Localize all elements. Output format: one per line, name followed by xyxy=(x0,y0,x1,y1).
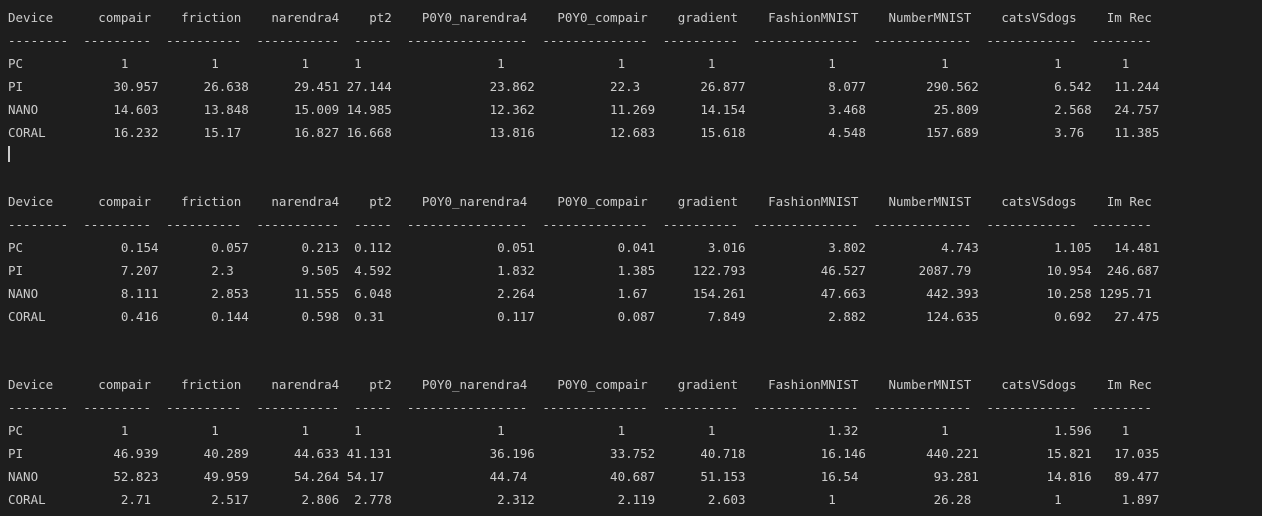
table2-separator: -------- --------- ---------- ----------… xyxy=(8,217,1152,232)
table2-row-nano: NANO 8.111 2.853 11.555 6.048 2.264 1.67… xyxy=(8,286,1152,301)
table3-row-pi: PI 46.939 40.289 44.633 41.131 36.196 33… xyxy=(8,446,1160,461)
text-cursor xyxy=(8,146,10,162)
terminal-output[interactable]: Device compair friction narendra4 pt2 P0… xyxy=(0,0,1262,516)
table3-separator: -------- --------- ---------- ----------… xyxy=(8,400,1152,415)
table1-row-pc: PC 1 1 1 1 1 1 1 1 1 1 1 xyxy=(8,56,1130,71)
table2-row-pc: PC 0.154 0.057 0.213 0.112 0.051 0.041 3… xyxy=(8,240,1160,255)
table1-header-row: Device compair friction narendra4 pt2 P0… xyxy=(8,10,1152,25)
table2-header-row: Device compair friction narendra4 pt2 P0… xyxy=(8,194,1152,209)
table3-row-nano: NANO 52.823 49.959 54.264 54.17 44.74 40… xyxy=(8,469,1160,484)
table3-header-row: Device compair friction narendra4 pt2 P0… xyxy=(8,377,1152,392)
table1-row-nano: NANO 14.603 13.848 15.009 14.985 12.362 … xyxy=(8,102,1160,117)
table2-row-pi: PI 7.207 2.3 9.505 4.592 1.832 1.385 122… xyxy=(8,263,1160,278)
table1-separator: -------- --------- ---------- ----------… xyxy=(8,33,1152,48)
table1-row-pi: PI 30.957 26.638 29.451 27.144 23.862 22… xyxy=(8,79,1160,94)
table3-row-coral: CORAL 2.71 2.517 2.806 2.778 2.312 2.119… xyxy=(8,492,1160,507)
table1-row-coral: CORAL 16.232 15.17 16.827 16.668 13.816 … xyxy=(8,125,1160,140)
table3-row-pc: PC 1 1 1 1 1 1 1 1.32 1 1.596 1 xyxy=(8,423,1130,438)
table2-row-coral: CORAL 0.416 0.144 0.598 0.31 0.117 0.087… xyxy=(8,309,1160,324)
